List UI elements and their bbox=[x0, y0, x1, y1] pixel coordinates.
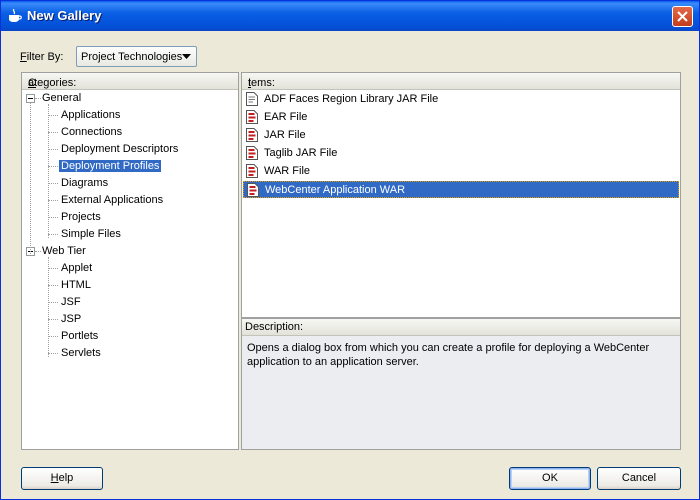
tree-item-external-applications[interactable]: External Applications bbox=[59, 193, 165, 208]
tree-item-projects[interactable]: Projects bbox=[59, 210, 103, 225]
item-jar-file[interactable]: JAR File bbox=[243, 127, 679, 144]
item-ear-file[interactable]: EAR File bbox=[243, 109, 679, 126]
item-label: JAR File bbox=[264, 129, 306, 141]
tree-connector bbox=[48, 353, 58, 354]
tree-item-jsf[interactable]: JSF bbox=[59, 295, 83, 310]
filter-dropdown[interactable]: Project Technologies bbox=[76, 46, 197, 67]
tree-connector bbox=[48, 115, 58, 116]
tree-item-html[interactable]: HTML bbox=[59, 278, 93, 293]
tree-item-deployment-profiles[interactable]: Deployment Profiles bbox=[59, 159, 162, 174]
tree-connector bbox=[48, 183, 58, 184]
tree-item-label: Connections bbox=[61, 126, 123, 138]
title-bar[interactable]: New Gallery bbox=[1, 1, 699, 31]
tree-item-label: Diagrams bbox=[61, 177, 109, 189]
tree-item-label: Projects bbox=[61, 211, 101, 223]
tree-connector bbox=[48, 285, 58, 286]
tree-item-connections[interactable]: Connections bbox=[59, 125, 124, 140]
tree-connector bbox=[48, 200, 58, 201]
item-label: ADF Faces Region Library JAR File bbox=[264, 93, 439, 105]
tree-connector bbox=[48, 336, 58, 337]
tree-connector bbox=[48, 217, 58, 218]
item-war-file[interactable]: WAR File bbox=[243, 163, 679, 180]
tree-item-label: Servlets bbox=[61, 347, 101, 359]
filter-label: Filter By: bbox=[20, 51, 64, 63]
coffee-cup-icon bbox=[9, 9, 22, 22]
new-gallery-dialog: New Gallery Filter By: Project Technolog… bbox=[0, 0, 700, 500]
cancel-button[interactable]: Cancel bbox=[597, 467, 681, 490]
description-text: Opens a dialog box from which you can cr… bbox=[247, 342, 650, 368]
collapse-toggle-icon[interactable] bbox=[26, 94, 35, 103]
item-taglib-jar-file[interactable]: Taglib JAR File bbox=[243, 145, 679, 162]
archive-file-icon bbox=[247, 183, 259, 197]
tree-item-deployment-descriptors[interactable]: Deployment Descriptors bbox=[59, 142, 180, 157]
tree-connector bbox=[48, 268, 58, 269]
filter-value: Project Technologies bbox=[81, 51, 183, 63]
tree-item-label: Deployment Profiles bbox=[59, 160, 162, 172]
tree-item-label: External Applications bbox=[61, 194, 164, 206]
tree-group-general[interactable]: General bbox=[40, 91, 83, 106]
item-label: EAR File bbox=[264, 111, 308, 123]
tree-connector bbox=[48, 132, 58, 133]
tree-connector bbox=[48, 319, 58, 320]
tree-item-jsp[interactable]: JSP bbox=[59, 312, 83, 327]
tree-connector bbox=[48, 257, 49, 357]
tree-item-label: Applet bbox=[61, 262, 93, 274]
items-panel: Items: ADF Faces Region Library JAR File… bbox=[241, 72, 681, 318]
tree-connector bbox=[48, 234, 58, 235]
close-button[interactable] bbox=[672, 6, 693, 27]
dropdown-arrow-icon bbox=[182, 54, 191, 59]
tree-item-label: Portlets bbox=[61, 330, 99, 342]
tree-item-portlets[interactable]: Portlets bbox=[59, 329, 100, 344]
item-label: Taglib JAR File bbox=[264, 147, 338, 159]
tree-connector bbox=[48, 149, 58, 150]
items-header: Items: bbox=[242, 73, 680, 90]
tree-connector bbox=[30, 103, 31, 254]
tree-item-label: Applications bbox=[61, 109, 121, 121]
tree-item-label: JSF bbox=[61, 296, 81, 308]
tree-item-simple-files[interactable]: Simple Files bbox=[59, 227, 123, 242]
categories-panel: Categories: General Applications Connectio… bbox=[21, 72, 239, 450]
tree-item-label: Deployment Descriptors bbox=[61, 143, 179, 155]
close-icon bbox=[677, 11, 688, 22]
description-panel: Description: Opens a dialog box from whi… bbox=[241, 318, 681, 450]
archive-file-icon bbox=[246, 110, 258, 124]
item-label: WebCenter Application WAR bbox=[265, 184, 406, 196]
item-adf-faces-region-library-jar-file[interactable]: ADF Faces Region Library JAR File bbox=[243, 91, 679, 108]
tree-item-servlets[interactable]: Servlets bbox=[59, 346, 103, 361]
text-file-icon bbox=[246, 92, 258, 106]
tree-item-label: HTML bbox=[61, 279, 91, 291]
archive-file-icon bbox=[246, 128, 258, 142]
tree-item-label: JSP bbox=[61, 313, 82, 325]
categories-header: Categories: bbox=[22, 73, 238, 90]
tree-item-applications[interactable]: Applications bbox=[59, 108, 122, 123]
archive-file-icon bbox=[246, 146, 258, 160]
tree-group-label: General bbox=[42, 92, 82, 104]
tree-item-label: Simple Files bbox=[61, 228, 121, 240]
ok-button[interactable]: OK bbox=[509, 467, 591, 490]
window-title: New Gallery bbox=[27, 8, 102, 23]
description-header: Description: bbox=[242, 319, 680, 336]
item-webcenter-application-war[interactable]: WebCenter Application WAR bbox=[243, 181, 679, 198]
tree-group-label: Web Tier bbox=[42, 245, 86, 257]
tree-connector bbox=[48, 166, 58, 167]
tree-connector bbox=[48, 104, 49, 238]
tree-connector bbox=[48, 302, 58, 303]
tree-item-diagrams[interactable]: Diagrams bbox=[59, 176, 110, 191]
tree-item-applet[interactable]: Applet bbox=[59, 261, 94, 276]
help-button[interactable]: Help bbox=[21, 467, 103, 490]
archive-file-icon bbox=[246, 164, 258, 178]
item-label: WAR File bbox=[264, 165, 311, 177]
